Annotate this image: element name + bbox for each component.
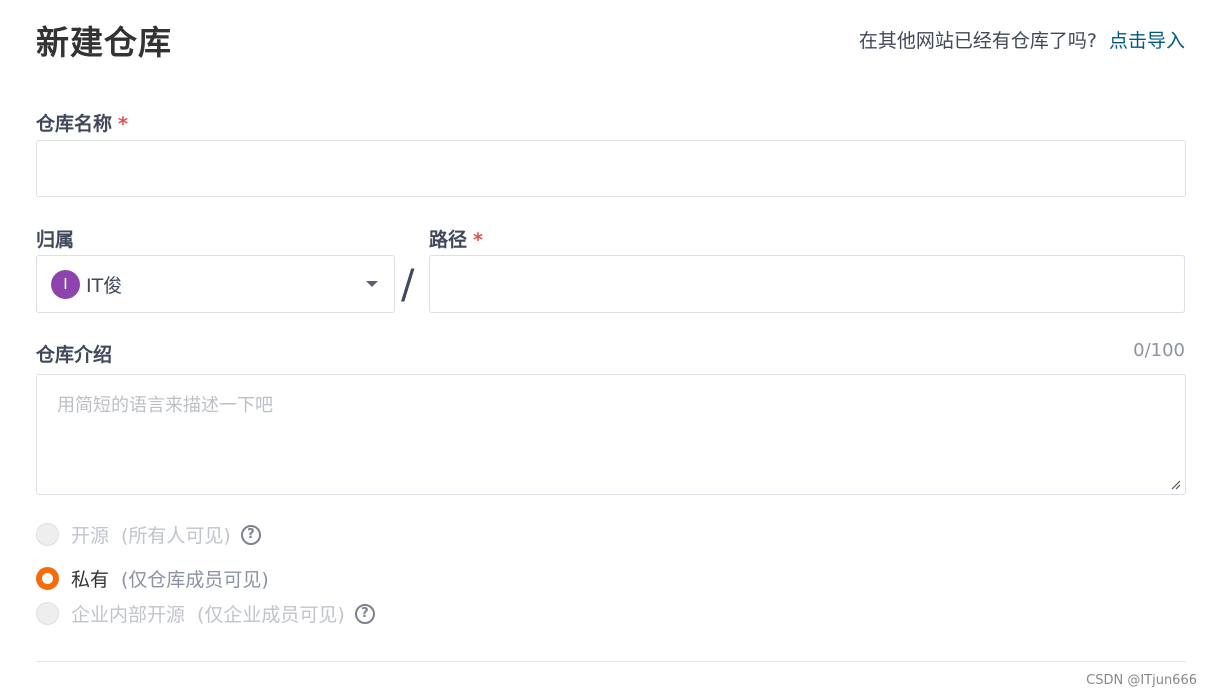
new-repository-page: 新建仓库 在其他网站已经有仓库了吗? 点击导入 仓库名称 * 归属 I IT俊 / …	[0, 0, 1212, 698]
visibility-label: 私有	[71, 569, 110, 591]
description-label: 仓库介绍	[36, 344, 113, 366]
resize-handle-icon[interactable]	[1171, 480, 1181, 490]
required-mark: *	[118, 113, 128, 135]
path-input[interactable]	[430, 256, 1184, 312]
visibility-option-private[interactable]: 私有 (仅仓库成员可见)	[36, 565, 269, 592]
path-field-wrapper	[429, 255, 1185, 313]
repo-name-label: 仓库名称 *	[36, 109, 128, 136]
radio-enterprise[interactable]	[36, 602, 59, 625]
visibility-label: 开源	[71, 525, 110, 547]
description-textarea[interactable]	[37, 375, 1185, 494]
path-separator: /	[401, 262, 415, 308]
repo-name-field-wrapper	[36, 140, 1186, 197]
watermark: CSDN @ITjun666	[1086, 673, 1197, 688]
owner-name: IT俊	[86, 274, 123, 297]
path-label-text: 路径	[429, 229, 468, 251]
required-mark: *	[473, 229, 483, 251]
help-icon[interactable]: ?	[354, 603, 375, 624]
page-title: 新建仓库	[36, 23, 172, 62]
visibility-option-open-source[interactable]: 开源 (所有人可见) ?	[36, 521, 261, 548]
owner-select[interactable]: I IT俊	[36, 255, 395, 313]
visibility-note: (仅仓库成员可见)	[121, 569, 269, 591]
repo-name-input[interactable]	[37, 141, 1185, 196]
visibility-option-enterprise[interactable]: 企业内部开源 (仅企业成员可见) ?	[36, 600, 375, 627]
import-question: 在其他网站已经有仓库了吗?	[858, 30, 1097, 52]
description-field-wrapper	[36, 374, 1186, 495]
radio-private[interactable]	[36, 567, 59, 590]
avatar: I	[51, 269, 80, 299]
divider	[36, 661, 1186, 662]
visibility-note: (所有人可见)	[121, 525, 231, 547]
caret-down-icon	[366, 281, 378, 287]
visibility-note: (仅企业成员可见)	[197, 604, 345, 626]
radio-open-source[interactable]	[36, 523, 59, 546]
description-counter: 0/100	[1133, 340, 1185, 361]
repo-name-label-text: 仓库名称	[36, 113, 113, 135]
import-prompt: 在其他网站已经有仓库了吗? 点击导入	[859, 26, 1185, 53]
help-icon[interactable]: ?	[240, 524, 261, 545]
path-label: 路径 *	[429, 225, 483, 252]
import-link[interactable]: 点击导入	[1109, 30, 1185, 52]
owner-label: 归属	[36, 229, 75, 251]
visibility-label: 企业内部开源	[71, 604, 186, 626]
